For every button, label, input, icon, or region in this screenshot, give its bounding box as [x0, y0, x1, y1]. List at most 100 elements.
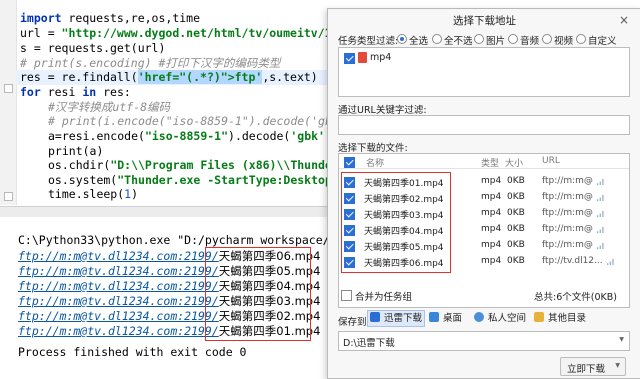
console-exit-message: Process finished with exit code 0 — [18, 345, 247, 359]
code-text: time.sleep( — [48, 187, 125, 201]
filter-label: 任务类型过滤: — [338, 36, 399, 47]
download-dialog[interactable]: 选择下载地址 × 任务类型过滤: 全选 全不选 图片 音频 视频 自定义 mp4… — [327, 8, 640, 379]
fold-marker[interactable] — [4, 84, 13, 93]
merge-checkbox[interactable] — [341, 290, 352, 301]
url-filter-input[interactable] — [338, 115, 630, 135]
code-text: ) — [131, 187, 139, 201]
signal-icon — [597, 210, 604, 217]
code-line-9[interactable]: a=resi.encode("iso-8859-1").decode('gbk'… — [48, 129, 332, 144]
desktop-icon — [429, 312, 439, 322]
keyword: import — [20, 11, 62, 25]
code-text: os.system( — [48, 173, 118, 187]
target-private-space[interactable]: 私人空间 — [472, 311, 526, 326]
radio-custom[interactable] — [576, 34, 586, 44]
radio-select-all[interactable] — [397, 34, 407, 44]
file-url: ftp://m:m@ — [542, 192, 593, 202]
string-literal: 'gbk' — [290, 129, 325, 143]
file-url: ftp://m:m@ — [542, 224, 593, 234]
signal-icon — [607, 258, 614, 265]
radio-audio[interactable] — [508, 34, 518, 44]
code-text: ,s.text) — [262, 70, 318, 84]
signal-icon — [597, 242, 604, 249]
target-thunder[interactable]: 迅雷下载 — [367, 310, 425, 327]
file-type: mp4 — [481, 224, 502, 234]
user-icon — [474, 312, 484, 322]
console-command: C:\Python33\python.exe "D:/pycharm works… — [18, 233, 337, 247]
code-text: s = requests.get(url) — [20, 41, 166, 55]
file-type: mp4 — [481, 208, 502, 218]
column-header-url[interactable]: URL — [542, 156, 560, 166]
signal-icon — [597, 178, 604, 185]
fold-marker[interactable] — [4, 192, 13, 201]
code-line-6[interactable]: for resi in res: — [20, 85, 131, 100]
target-desktop[interactable]: 桌面 — [427, 311, 462, 326]
code-line-11[interactable]: os.chdir("D:\\Program Files (x86)\\Thund… — [48, 158, 339, 173]
code-line-8[interactable]: # print(i.encode("iso-8859-1").decode('g… — [48, 114, 339, 129]
ftp-link[interactable]: ftp://m:m@tv.dl1234.com:2199/ — [18, 264, 219, 278]
radio-label: 全选 — [409, 36, 429, 47]
code-comment: #汉字转换成utf-8编码 — [48, 100, 171, 114]
radio-label: 图片 — [486, 36, 506, 47]
type-checkbox[interactable] — [344, 53, 355, 64]
signal-icon — [597, 194, 604, 201]
file-highlight-box — [341, 172, 451, 273]
code-comment: # print(s.encoding) #打印下汉字的编码类型 — [20, 56, 281, 70]
code-line-2[interactable]: url = "http://www.dygod.net/html/tv/oume… — [20, 26, 339, 41]
string-literal: 'href="(.*?)">ftp' — [137, 70, 263, 84]
file-table[interactable]: 名称 类型 大小 URL 天蝎第四季01.mp4 mp4 0KB ftp://m… — [338, 153, 630, 308]
file-type-icon — [358, 52, 367, 63]
code-line-1[interactable]: import requests,re,os,time — [20, 11, 200, 26]
file-size: 0KB — [507, 224, 525, 234]
target-label: 迅雷下载 — [384, 313, 423, 324]
code-text: resi — [40, 85, 83, 99]
ftp-link[interactable]: ftp://m:m@tv.dl1234.com:2199/ — [18, 324, 219, 338]
chevron-down-icon[interactable]: ▾ — [619, 334, 624, 345]
file-size: 0KB — [507, 240, 525, 250]
radio-label: 视频 — [554, 36, 574, 47]
merge-label: 合并为任务组 — [355, 292, 413, 303]
file-summary: 总共:6个文件(0KB) — [534, 292, 617, 303]
radio-select-none[interactable] — [432, 34, 442, 44]
code-text: url = — [20, 26, 62, 40]
signal-icon — [597, 226, 604, 233]
select-all-files-checkbox[interactable] — [344, 157, 355, 168]
string-literal: "D:\\Program Files (x86)\\Thunder — [110, 158, 339, 172]
code-comment: # print(i.encode("iso-8859-1").decode('g… — [48, 114, 339, 128]
ftp-link[interactable]: ftp://m:m@tv.dl1234.com:2199/ — [18, 309, 219, 323]
code-text: requests,re,os,time — [61, 11, 201, 25]
code-text: os.chdir( — [48, 158, 111, 172]
code-text: res = re.findall( — [20, 70, 138, 84]
code-line-13[interactable]: time.sleep(1) — [48, 187, 138, 202]
ftp-link[interactable]: ftp://m:m@tv.dl1234.com:2199/ — [18, 249, 219, 263]
folder-icon — [534, 312, 544, 322]
radio-label: 音频 — [520, 36, 540, 47]
ftp-link[interactable]: ftp://m:m@tv.dl1234.com:2199/ — [18, 279, 219, 293]
editor-gutter — [0, 0, 17, 205]
radio-label: 自定义 — [588, 36, 617, 47]
download-now-button[interactable]: 立即下载 ▾ — [560, 357, 626, 376]
file-type: mp4 — [481, 176, 502, 186]
string-literal: "Thunder.exe -StartType:Desktop — [117, 173, 332, 187]
save-path-input[interactable]: D:\迅雷下载 ▾ — [338, 331, 630, 351]
string-literal: "http://www.dygod.net/html/tv/oumeitv/10 — [61, 26, 339, 40]
header-divider — [339, 168, 629, 169]
radio-image[interactable] — [474, 34, 484, 44]
file-url: ftp://m:m@ — [542, 176, 593, 186]
file-url: ftp://tv.dl12... — [542, 256, 603, 266]
files-label: 选择下载的文件: — [338, 143, 408, 154]
code-text: res: — [96, 85, 131, 99]
file-type: mp4 — [481, 240, 502, 250]
save-to-label: 保存到 — [338, 317, 367, 328]
chevron-down-icon[interactable]: ▾ — [615, 360, 620, 371]
code-line-3[interactable]: s = requests.get(url) — [20, 41, 165, 56]
radio-video[interactable] — [542, 34, 552, 44]
url-filter-label: 通过URL关键字过滤: — [338, 105, 427, 116]
close-icon[interactable]: × — [617, 13, 631, 27]
target-other-dir[interactable]: 其他目录 — [532, 311, 586, 326]
file-url: ftp://m:m@ — [542, 240, 593, 250]
button-label: 立即下载 — [567, 364, 606, 375]
ftp-link[interactable]: ftp://m:m@tv.dl1234.com:2199/ — [18, 294, 219, 308]
string-literal: "iso-8859-1" — [144, 129, 229, 143]
file-size: 0KB — [507, 256, 525, 266]
type-list[interactable]: mp4 — [338, 47, 630, 97]
